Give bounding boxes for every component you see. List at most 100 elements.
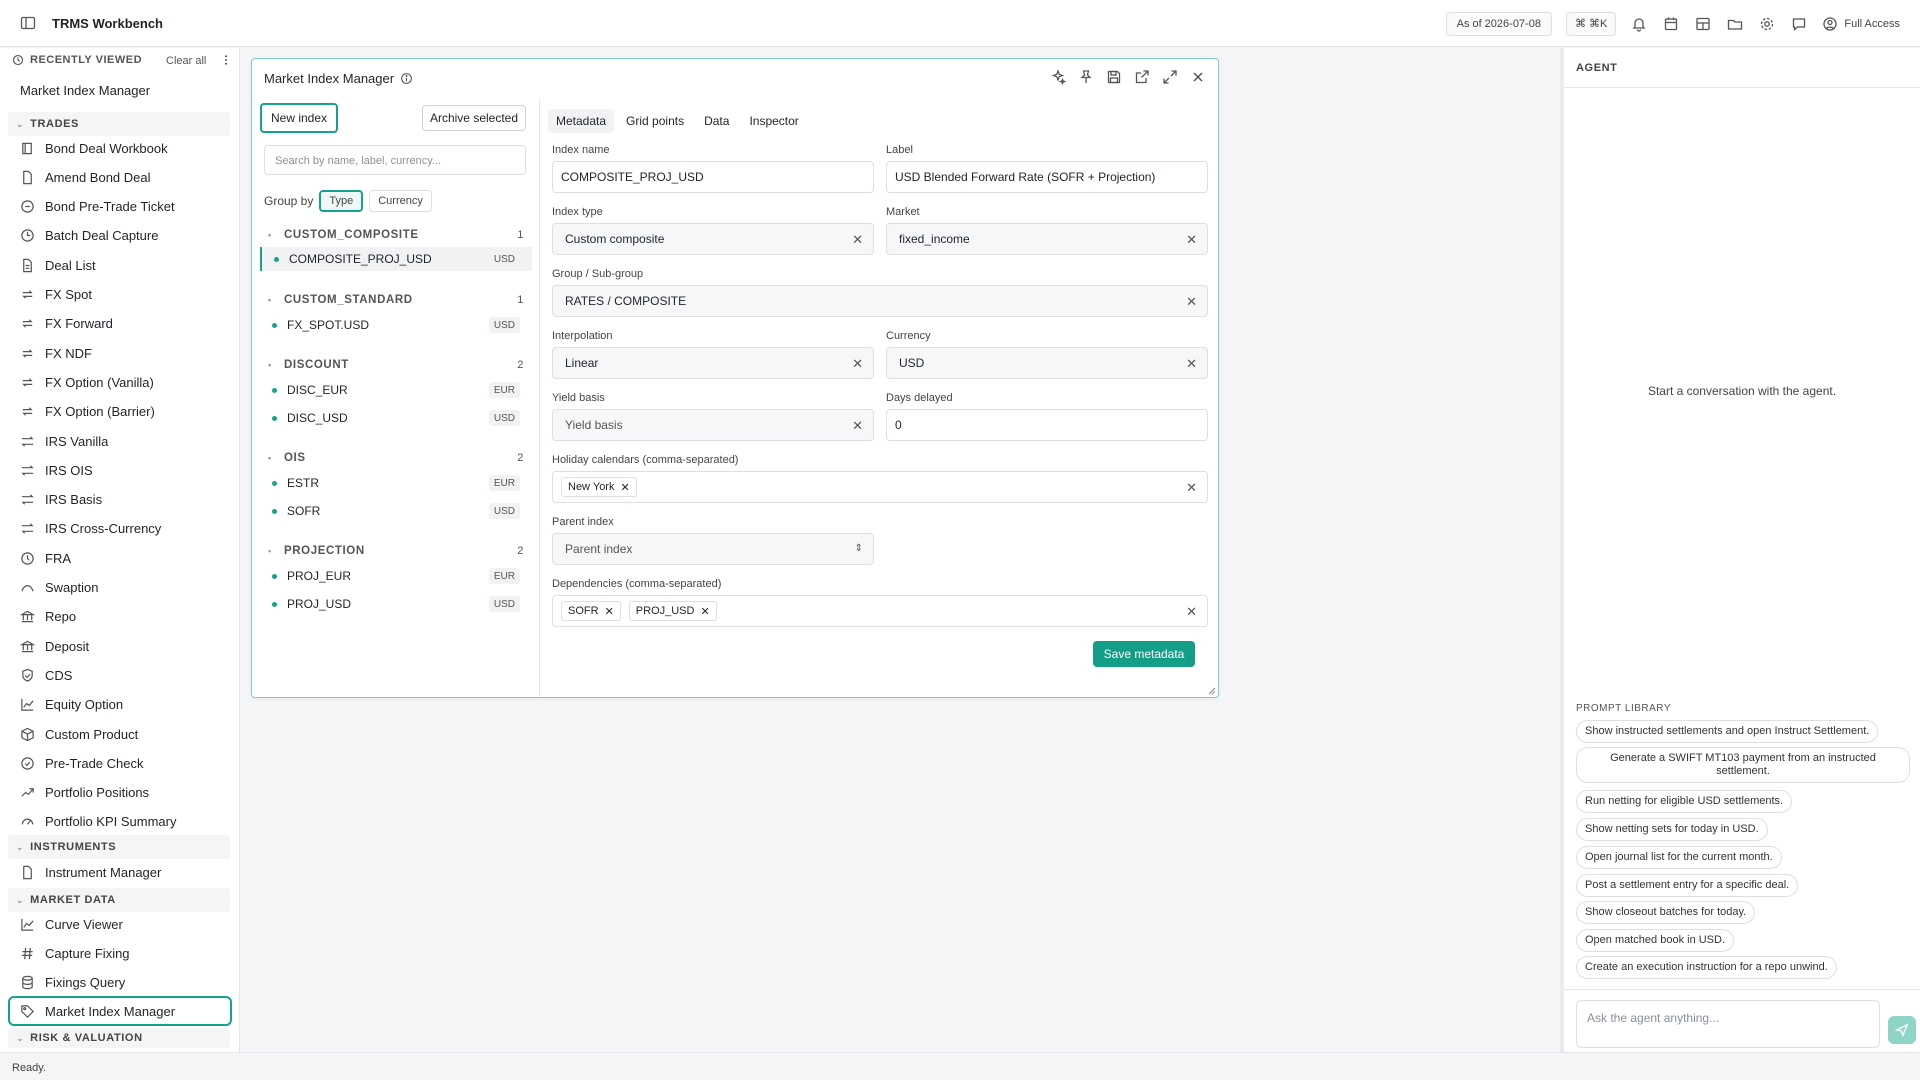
index-row[interactable]: ESTR EUR [260,471,532,495]
prompt-chip[interactable]: Generate a SWIFT MT103 payment from an i… [1576,747,1910,783]
group-header[interactable]: • DISCOUNT 2 [260,354,532,376]
section-risk-valuation[interactable]: ⌄ RISK & VALUATION [8,1028,230,1048]
command-palette-button[interactable]: ⌘ ⌘K [1565,11,1617,36]
tab-data[interactable]: Data [696,109,737,133]
recent-item[interactable]: Market Index Manager [20,83,150,98]
tab-metadata[interactable]: Metadata [548,109,615,133]
group-select[interactable]: RATES / COMPOSITE ✕ [552,285,1208,317]
group-by-type-toggle[interactable]: Type [319,190,364,212]
save-icon[interactable] [1106,69,1122,85]
group-header[interactable]: • CUSTOM_COMPOSITE 1 [260,224,532,246]
clear-icon[interactable]: ✕ [1186,604,1197,620]
sidebar-item-amend-bond-deal[interactable]: Amend Bond Deal [20,165,151,189]
access-indicator[interactable]: Full Access [1822,16,1900,32]
currency-select[interactable]: USD ✕ [886,347,1208,379]
remove-chip-icon[interactable]: ✕ [620,481,629,494]
remove-chip-icon[interactable]: ✕ [605,605,614,618]
interpolation-select[interactable]: Linear ✕ [552,347,874,379]
parent-index-select[interactable]: Parent index ⇕ [552,533,874,565]
section-trades[interactable]: ⌄ TRADES [8,112,230,136]
save-metadata-button[interactable]: Save metadata [1093,641,1195,667]
sidebar-item-bond-deal-workbook[interactable]: Bond Deal Workbook [20,136,168,160]
index-row[interactable]: SOFR USD [260,499,532,523]
more-vertical-icon[interactable] [220,54,232,66]
tab-grid-points[interactable]: Grid points [618,109,692,133]
archive-selected-button[interactable]: Archive selected [422,105,526,131]
index-row[interactable]: FX_SPOT.USD USD [260,313,532,337]
index-row[interactable]: PROJ_USD USD [260,592,532,616]
sparkles-icon[interactable] [1050,69,1066,85]
sidebar-item-portfolio-positions[interactable]: Portfolio Positions [20,781,149,805]
holiday-calendars-input[interactable]: New York ✕ ✕ [552,471,1208,503]
chat-icon[interactable] [1790,15,1808,33]
external-link-icon[interactable] [1134,69,1150,85]
clear-icon[interactable]: ✕ [852,356,863,372]
sidebar-item-irs-vanilla[interactable]: IRS Vanilla [20,429,108,453]
close-icon[interactable] [1190,69,1206,85]
sidebar-item-curve-viewer[interactable]: Curve Viewer [20,912,123,936]
sidebar-item-market-index-manager[interactable]: Market Index Manager [8,996,232,1026]
clear-icon[interactable]: ✕ [1186,232,1197,248]
prompt-chip[interactable]: Run netting for eligible USD settlements… [1576,790,1793,813]
label-input[interactable]: USD Blended Forward Rate (SOFR + Project… [886,161,1208,193]
group-header[interactable]: • CUSTOM_STANDARD 1 [260,289,532,311]
clear-icon[interactable]: ✕ [1186,480,1197,496]
sidebar-item-irs-basis[interactable]: IRS Basis [20,488,102,512]
sidebar-item-custom-product[interactable]: Custom Product [20,722,138,746]
sidebar-item-deposit[interactable]: Deposit [20,634,89,658]
days-delayed-input[interactable]: 0 [886,409,1208,441]
new-index-button[interactable]: New index [260,103,338,133]
dependencies-input[interactable]: SOFR ✕ PROJ_USD ✕ ✕ [552,595,1208,627]
prompt-chip[interactable]: Show netting sets for today in USD. [1576,818,1768,841]
group-header[interactable]: • OIS 2 [260,447,532,469]
index-type-select[interactable]: Custom composite ✕ [552,223,874,255]
prompt-chip[interactable]: Show closeout batches for today. [1576,901,1756,924]
folder-icon[interactable] [1726,15,1744,33]
clear-icon[interactable]: ✕ [852,232,863,248]
group-by-currency-toggle[interactable]: Currency [369,190,432,212]
sidebar-item-fx-spot[interactable]: FX Spot [20,283,92,307]
send-button[interactable] [1888,1016,1916,1044]
resize-handle-icon[interactable] [1208,687,1216,695]
clear-all-button[interactable]: Clear all [166,55,206,67]
agent-chat-input[interactable]: Ask the agent anything... [1576,1000,1880,1048]
prompt-chip[interactable]: Open journal list for the current month. [1576,846,1782,869]
sidebar-toggle-icon[interactable] [20,15,36,31]
sidebar-item-swaption[interactable]: Swaption [20,576,98,600]
clear-icon[interactable]: ✕ [852,418,863,434]
section-instruments[interactable]: ⌄ INSTRUMENTS [8,835,230,859]
gear-icon[interactable] [1758,15,1776,33]
index-search-input[interactable]: Search by name, label, currency... [264,145,526,175]
pin-icon[interactable] [1078,69,1094,85]
index-row[interactable]: DISC_USD USD [260,406,532,430]
clear-icon[interactable]: ✕ [1186,294,1197,310]
clear-icon[interactable]: ✕ [1186,356,1197,372]
as-of-date-button[interactable]: As of 2026-07-08 [1445,11,1552,36]
sidebar-item-irs-ois[interactable]: IRS OIS [20,458,93,482]
index-row[interactable]: DISC_EUR EUR [260,378,532,402]
sidebar-item-deal-list[interactable]: Deal List [20,253,96,277]
sidebar-item-fixings-query[interactable]: Fixings Query [20,970,125,994]
prompt-chip[interactable]: Open matched book in USD. [1576,929,1735,952]
index-row[interactable]: PROJ_EUR EUR [260,564,532,588]
sidebar-item-fx-option-vanilla[interactable]: FX Option (Vanilla) [20,370,154,394]
layout-icon[interactable] [1694,15,1712,33]
section-market-data[interactable]: ⌄ MARKET DATA [8,888,230,912]
maximize-icon[interactable] [1162,69,1178,85]
sidebar-item-irs-cross-currency[interactable]: IRS Cross-Currency [20,517,161,541]
tab-inspector[interactable]: Inspector [741,109,806,133]
index-name-input[interactable]: COMPOSITE_PROJ_USD [552,161,874,193]
sidebar-item-fra[interactable]: FRA [20,546,71,570]
yield-basis-select[interactable]: Yield basis ✕ [552,409,874,441]
sidebar-item-equity-option[interactable]: Equity Option [20,693,123,717]
sidebar-item-cds[interactable]: CDS [20,663,72,687]
group-header[interactable]: • PROJECTION 2 [260,540,532,562]
calendar-icon[interactable] [1662,15,1680,33]
index-row[interactable]: COMPOSITE_PROJ_USD USD [260,247,532,271]
info-icon[interactable] [400,72,413,85]
prompt-chip[interactable]: Show instructed settlements and open Ins… [1576,720,1879,743]
sidebar-item-repo[interactable]: Repo [20,605,76,629]
sidebar-item-instrument-manager[interactable]: Instrument Manager [20,860,161,884]
sidebar-item-bond-pre-trade-ticket[interactable]: Bond Pre-Trade Ticket [20,195,175,219]
prompt-chip[interactable]: Post a settlement entry for a specific d… [1576,874,1799,897]
